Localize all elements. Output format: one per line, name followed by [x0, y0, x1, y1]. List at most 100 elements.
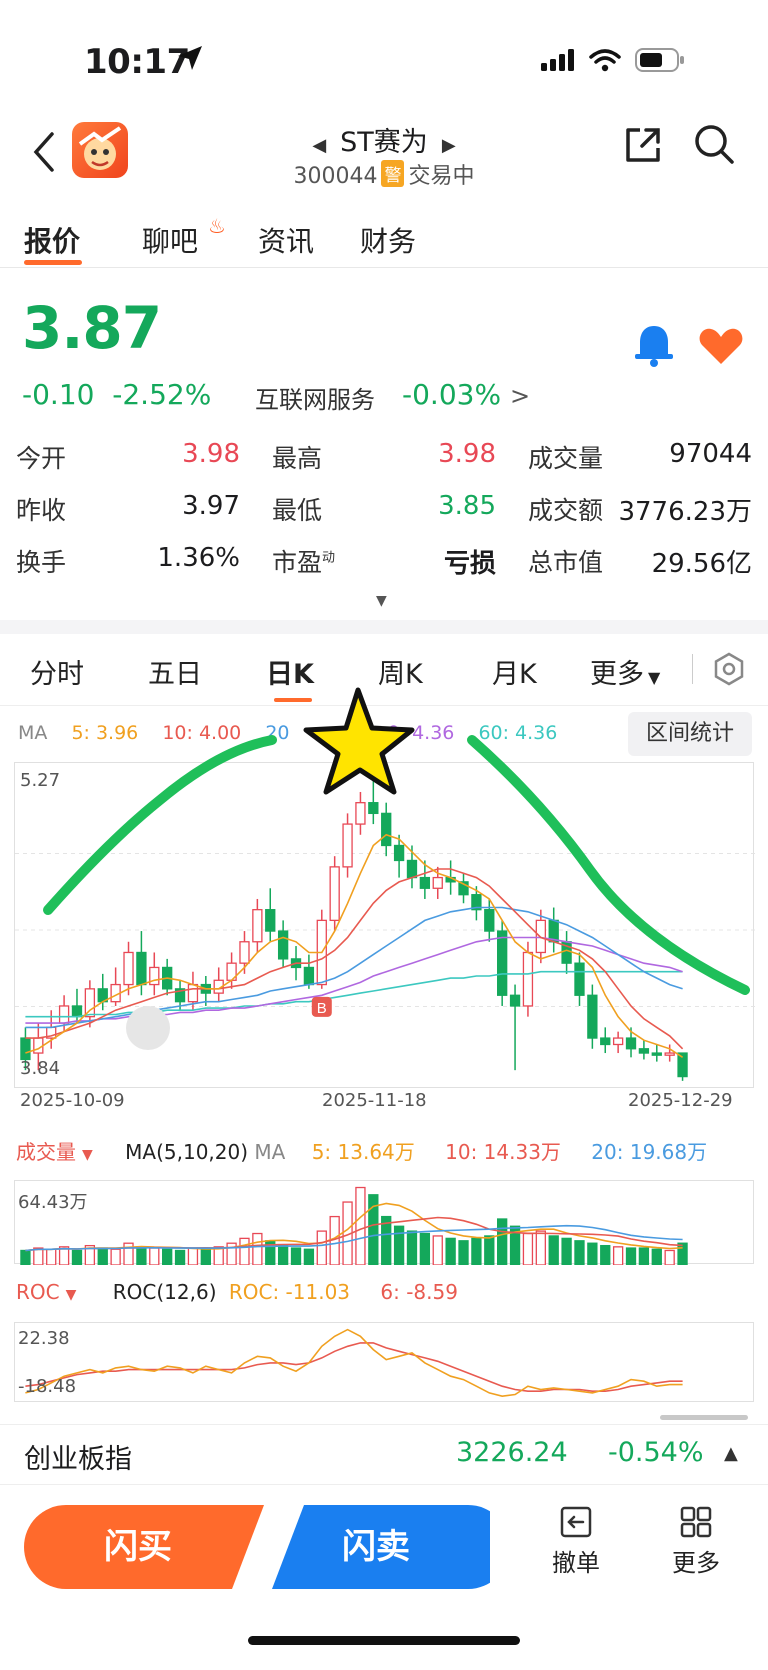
- roc-indicator: ROC(12,6): [112, 1280, 217, 1304]
- cancel-order-icon: [560, 1506, 592, 1538]
- grid-more-icon: [680, 1506, 712, 1538]
- stat-value: 3776.23万: [618, 497, 752, 527]
- next-stock-icon[interactable]: ▶: [442, 135, 456, 156]
- nav-header: ◀ ST赛为 ▶ 300044 警交易中: [0, 110, 768, 200]
- roc-dropdown-icon[interactable]: ▼: [66, 1287, 77, 1303]
- annotation-overlay: [43, 687, 750, 1050]
- stat-label: 市盈动: [272, 548, 336, 577]
- volume-chart-frame[interactable]: [14, 1180, 754, 1266]
- volume-bar: [587, 1242, 598, 1266]
- volume-bar: [406, 1230, 418, 1266]
- industry-name[interactable]: 互联网服务: [255, 380, 375, 415]
- location-icon: [178, 46, 202, 70]
- volume-bar: [664, 1249, 675, 1266]
- volume-bar: [110, 1248, 121, 1266]
- vol-ma20-label: 20: 19.68万: [591, 1140, 708, 1164]
- volume-chart: [20, 1186, 688, 1266]
- roc-title[interactable]: ROC: [16, 1280, 60, 1304]
- wifi-icon: [589, 49, 621, 72]
- scroll-indicator[interactable]: [660, 1415, 748, 1420]
- volume-bar: [497, 1218, 508, 1266]
- trade-status: 交易中: [408, 164, 475, 189]
- tab-chat[interactable]: 聊吧: [142, 220, 198, 260]
- index-bar[interactable]: 创业板指 3226.24 -0.54% ▲: [0, 1424, 768, 1484]
- location-arrow-icon: [699, 60, 700, 61]
- share-icon[interactable]: [622, 124, 664, 166]
- volume-bar: [561, 1237, 572, 1266]
- price-change: -0.10: [22, 378, 95, 411]
- volume-bar: [419, 1232, 431, 1266]
- search-icon[interactable]: [692, 122, 736, 166]
- signal-icon: [541, 49, 574, 71]
- flash-sell-button[interactable]: 闪卖: [260, 1503, 492, 1591]
- index-value: 3226.24: [456, 1437, 568, 1468]
- tab-news[interactable]: 资讯: [258, 220, 314, 260]
- cancel-order-button[interactable]: 撤单: [536, 1505, 616, 1578]
- roc-chart-frame[interactable]: [14, 1322, 754, 1402]
- volume-bar: [174, 1249, 186, 1266]
- volume-bar: [445, 1237, 456, 1266]
- section-separator: [0, 620, 768, 634]
- stat-value: 3.98: [182, 439, 240, 469]
- volume-bar: [149, 1247, 160, 1266]
- tab-quote[interactable]: 报价: [24, 220, 80, 260]
- volume-title[interactable]: 成交量: [16, 1140, 76, 1164]
- volume-bar: [303, 1248, 315, 1266]
- roc6-value-label: 6: -8.59: [380, 1280, 458, 1304]
- stat-label: 成交额: [528, 496, 604, 525]
- expand-up-icon[interactable]: ▲: [724, 1443, 738, 1464]
- stat-value: 29.56亿: [651, 549, 752, 579]
- more-label: 更多: [672, 1549, 720, 1577]
- volume-bar: [200, 1248, 211, 1266]
- bell-icon[interactable]: [632, 322, 676, 368]
- x-label-end: 2025-12-29: [628, 1090, 733, 1111]
- flash-buy-button[interactable]: 闪买: [22, 1503, 254, 1591]
- stat-label: 换手: [16, 548, 67, 577]
- volume-bar: [33, 1247, 44, 1266]
- stat-label: 成交量: [528, 444, 604, 473]
- volume-bar: [46, 1248, 57, 1266]
- volume-bar: [432, 1235, 443, 1266]
- volume-bar: [522, 1232, 534, 1266]
- chevron-right-icon: >: [509, 382, 531, 410]
- tab-finance[interactable]: 财务: [360, 220, 416, 260]
- x-label-start: 2025-10-09: [20, 1090, 125, 1111]
- stat-label: 最高: [272, 444, 323, 473]
- volume-dropdown-icon[interactable]: ▼: [82, 1147, 93, 1163]
- volume-max-label: 64.43万: [18, 1192, 88, 1213]
- more-button[interactable]: 更多: [656, 1505, 736, 1578]
- stock-name: ST赛为: [340, 127, 428, 158]
- warn-badge: 警: [381, 160, 405, 187]
- battery-icon: [635, 48, 684, 72]
- industry-change[interactable]: -0.03% >: [402, 378, 530, 411]
- star-sticker-icon: [303, 687, 415, 795]
- vol-ma5-label: 5: 13.64万: [311, 1140, 415, 1164]
- falling-trend-stroke: [467, 735, 750, 995]
- y-min-label: 3.84: [20, 1058, 61, 1079]
- volume-bar: [625, 1247, 637, 1266]
- expand-caret-icon[interactable]: ▼: [376, 593, 387, 609]
- volume-bar: [471, 1237, 482, 1266]
- stat-value: 3.97: [182, 491, 240, 521]
- hot-fire-icon: ♨: [208, 214, 226, 238]
- roc-chart: [25, 1328, 683, 1398]
- vol-ma10-label: 10: 14.33万: [445, 1140, 561, 1164]
- volume-bar: [20, 1249, 31, 1266]
- stat-value: 亏损: [443, 549, 496, 579]
- volume-bar: [239, 1237, 250, 1266]
- main-tabs: 报价 聊吧 ♨ 资讯 财务: [0, 210, 768, 268]
- stat-label: 今开: [16, 444, 67, 473]
- stat-value: 3.98: [438, 439, 496, 469]
- volume-bar: [290, 1247, 302, 1266]
- favorite-heart-icon[interactable]: [698, 326, 744, 366]
- volume-bar: [535, 1230, 546, 1266]
- prev-stock-icon[interactable]: ◀: [312, 135, 326, 156]
- volume-bar: [97, 1247, 108, 1266]
- volume-header: 成交量 ▼ MA(5,10,20) MA 5: 13.64万 10: 14.33万…: [16, 1136, 707, 1165]
- status-icons: [541, 48, 700, 72]
- roc-header: ROC ▼ ROC(12,6) ROC: -11.03 6: -8.59: [16, 1280, 458, 1304]
- volume-bar: [600, 1244, 611, 1266]
- stat-label: 最低: [272, 496, 323, 525]
- volume-bar: [574, 1240, 585, 1266]
- stat-label: 总市值: [528, 548, 604, 577]
